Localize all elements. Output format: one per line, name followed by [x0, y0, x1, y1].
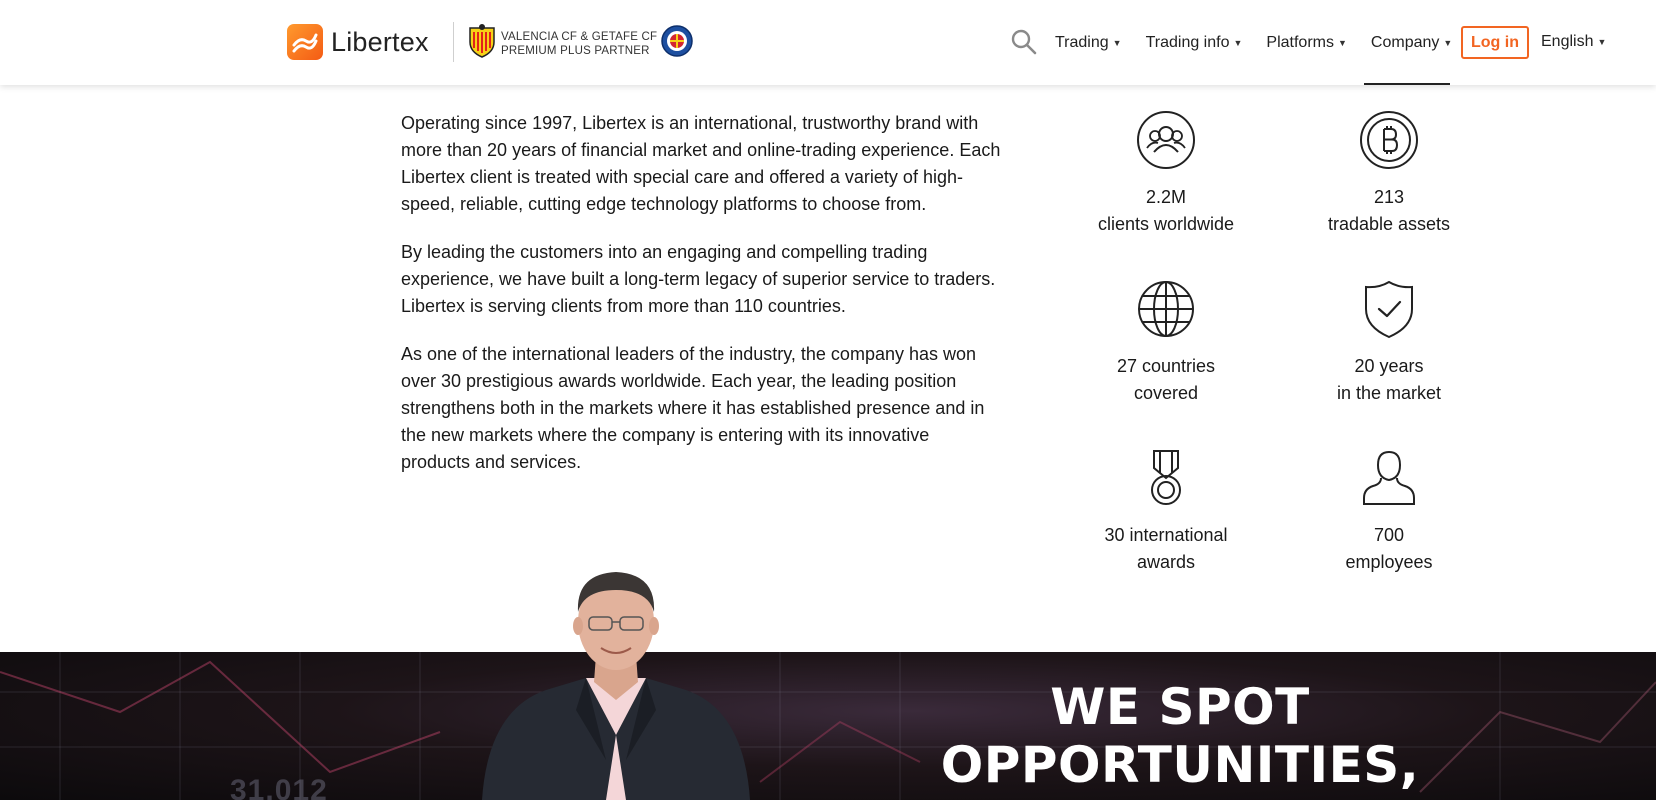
about-section: Operating since 1997, Libertex is an int… [401, 110, 1001, 497]
stat-label: covered [1133, 383, 1199, 403]
nav-platforms-label: Platforms [1266, 33, 1334, 51]
partner-banner[interactable]: VALENCIA CF & GETAFE CF PREMIUM PLUS PAR… [469, 24, 694, 63]
stat-label: employees [1345, 552, 1433, 572]
about-paragraph-1: Operating since 1997, Libertex is an int… [401, 113, 1001, 214]
bitcoin-icon [1360, 111, 1418, 169]
libertex-logo-icon [287, 24, 323, 60]
stat-label: awards [1136, 552, 1196, 572]
stat-label: tradable assets [1327, 214, 1451, 234]
caret-down-icon: ▼ [1337, 37, 1347, 48]
valencia-crest-icon [469, 24, 495, 63]
libertex-logo[interactable]: Libertex [287, 24, 429, 60]
stat-label: clients worldwide [1097, 214, 1235, 234]
stat-value: 20 years [1354, 356, 1424, 376]
hero-title-line-1: WE SPOT [1050, 678, 1310, 736]
stat-label: in the market [1336, 383, 1442, 403]
nav-trading-label: Trading [1055, 33, 1109, 51]
stat-years: 20 years in the market [1279, 279, 1499, 407]
about-paragraph-2: By leading the customers into an engagin… [401, 242, 996, 316]
caret-down-icon: ▼ [1597, 37, 1607, 47]
stat-clients: 2.2M clients worldwide [1056, 110, 1276, 238]
stat-awards: 30 international awards [1056, 448, 1276, 576]
stat-value: 2.2M [1145, 187, 1187, 207]
stat-value: 30 international [1104, 525, 1228, 545]
search-icon[interactable] [1010, 28, 1038, 56]
main-nav: Trading ▼ Trading info ▼ Platforms ▼ Com… [1055, 0, 1476, 85]
login-button[interactable]: Log in [1461, 26, 1529, 59]
site-header: Libertex VALENCIA CF & GETAFE CF PREMIUM… [0, 0, 1656, 85]
stat-countries: 27 countries covered [1056, 279, 1276, 407]
stat-value: 700 [1373, 525, 1405, 545]
shield-check-icon [1365, 280, 1413, 339]
nav-company[interactable]: Company ▼ [1371, 34, 1452, 52]
nav-platforms[interactable]: Platforms ▼ [1266, 34, 1347, 52]
language-selector[interactable]: English ▼ [1541, 33, 1606, 51]
users-icon [1137, 111, 1195, 169]
stat-assets: 213 tradable assets [1279, 110, 1499, 238]
stat-employees: 700 employees [1279, 448, 1499, 576]
hero-background-number: 31.012 [230, 774, 328, 800]
partner-text: VALENCIA CF & GETAFE CF PREMIUM PLUS PAR… [501, 30, 657, 58]
medal-icon [1151, 450, 1181, 505]
person-icon [1363, 450, 1415, 505]
partner-line-2: PREMIUM PLUS PARTNER [501, 44, 650, 57]
brand-name: Libertex [331, 26, 429, 57]
nav-trading-info-label: Trading info [1145, 33, 1230, 51]
hero-title: WE SPOT OPPORTUNITIES, [900, 678, 1460, 794]
nav-trading-info[interactable]: Trading info ▼ [1146, 34, 1243, 52]
about-paragraph-3: As one of the international leaders of t… [401, 344, 985, 472]
nav-company-label: Company [1370, 33, 1440, 51]
caret-down-icon: ▼ [1443, 37, 1453, 48]
globe-icon [1138, 281, 1194, 337]
nav-trading[interactable]: Trading ▼ [1055, 34, 1122, 52]
header-divider [453, 22, 454, 62]
language-label: English [1541, 33, 1594, 50]
caret-down-icon: ▼ [1112, 37, 1122, 48]
stat-value: 27 countries [1116, 356, 1216, 376]
stat-value: 213 [1373, 187, 1405, 207]
active-nav-underline [1364, 83, 1450, 85]
partner-line-1: VALENCIA CF & GETAFE CF [501, 30, 658, 43]
caret-down-icon: ▼ [1233, 37, 1243, 48]
spokesperson-photo [482, 572, 750, 800]
hero-banner: 31.012 WE SPOT OPPORTUNITIES, [0, 652, 1656, 800]
hero-title-line-2: OPPORTUNITIES, [940, 736, 1420, 794]
getafe-crest-icon [661, 25, 694, 62]
